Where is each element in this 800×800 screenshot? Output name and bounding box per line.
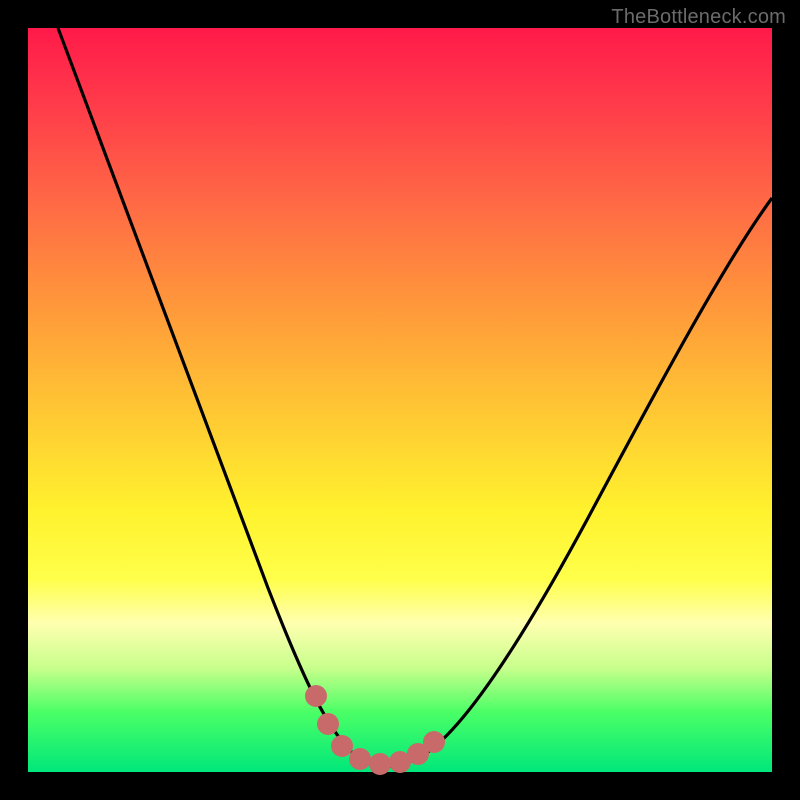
highlight-dot [423, 731, 445, 753]
highlight-dot [369, 753, 391, 775]
watermark-label: TheBottleneck.com [611, 6, 786, 29]
chart-frame: TheBottleneck.com [0, 0, 800, 800]
plot-area [28, 28, 772, 772]
highlight-dot [305, 685, 327, 707]
highlight-dot-group [305, 685, 445, 775]
highlight-dot [349, 748, 371, 770]
curve-layer [28, 28, 772, 772]
highlight-dot [317, 713, 339, 735]
bottleneck-curve-path [58, 28, 772, 767]
highlight-dot [331, 735, 353, 757]
